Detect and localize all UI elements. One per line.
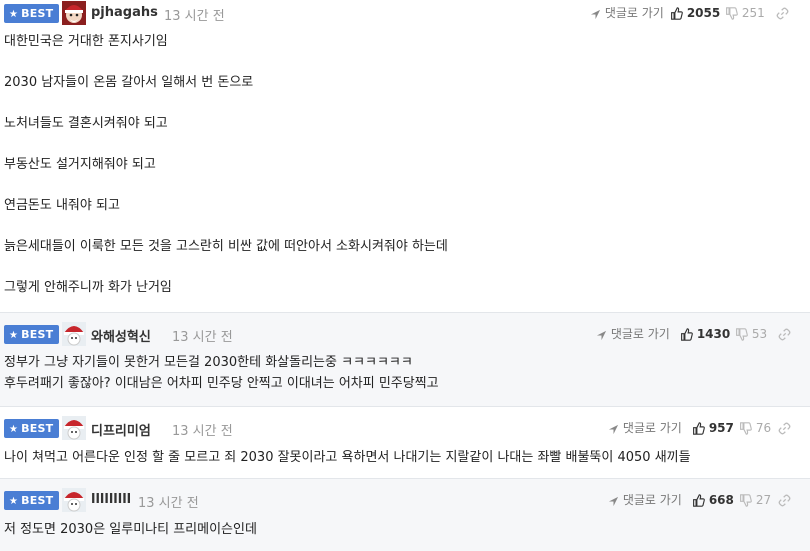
nickname[interactable]: pjhagahs: [91, 5, 158, 20]
share-link-button[interactable]: [778, 491, 791, 509]
comment-line: 저 정도면 2030은 일루미나티 프리메이슨인데: [4, 522, 257, 537]
comment-line: 노처녀들도 결혼시켜줘야 되고: [4, 116, 168, 131]
arrow-icon: [608, 496, 619, 507]
go-to-reply-label: 댓글로 가기: [622, 421, 682, 435]
comment-2: ★BEST 와해성혁신 13 시간 전 댓글로 가기 1430 53 정부가: [0, 313, 810, 406]
star-icon: ★: [9, 424, 19, 435]
go-to-reply-link[interactable]: 댓글로 가기: [608, 491, 682, 509]
arrow-icon: [590, 9, 601, 20]
timestamp: 13 시간 전: [172, 424, 233, 439]
go-to-reply-link[interactable]: 댓글로 가기: [590, 4, 664, 22]
comment-line: 늙은세대들이 이룩한 모든 것을 고스란히 비싼 값에 떠안아서 소화시켜줘야 …: [4, 239, 448, 254]
downvote-button[interactable]: 251: [725, 4, 765, 22]
go-to-reply-link[interactable]: 댓글로 가기: [608, 419, 682, 437]
comment-3: ★BEST 디프리미엄 13 시간 전 댓글로 가기 957 76 나이 쳐먹: [0, 407, 810, 478]
downvote-count: 27: [755, 493, 772, 507]
best-badge: ★ BEST: [4, 491, 60, 510]
downvote-button[interactable]: 53: [735, 325, 767, 343]
upvote-count: 2055: [686, 6, 721, 20]
comment-1: ★BEST pjhagahs 13 시간 전 댓글로 가기 2055 251: [0, 0, 810, 311]
upvote-button[interactable]: 2055: [670, 4, 720, 22]
avatar[interactable]: [62, 488, 86, 512]
thumbs-up-icon: [681, 328, 693, 341]
star-icon: ★: [9, 9, 19, 20]
comment-body: 저 정도면 2030은 일루미나티 프리메이슨인데: [4, 520, 794, 540]
downvote-button[interactable]: 76: [739, 419, 771, 437]
share-link-button[interactable]: [776, 4, 789, 22]
go-to-reply-label: 댓글로 가기: [610, 327, 670, 341]
downvote-count: 76: [755, 421, 772, 435]
comment-4: ★BEST lllllllll 13 시간 전 댓글로 가기 668 27 저: [0, 479, 810, 551]
downvote-count: 251: [741, 6, 765, 20]
comment-body: 정부가 그냥 자기들이 못한거 모든걸 2030한테 화살돌리는중 ㅋㅋㅋㅋㅋㅋ…: [4, 352, 794, 394]
avatar[interactable]: [62, 322, 86, 346]
upvote-count: 957: [708, 421, 734, 435]
upvote-button[interactable]: 668: [692, 491, 734, 509]
comment-line: 후두려패기 좋잖아? 이대남은 어차피 민주당 안찍고 이대녀는 어차피 민주당…: [4, 376, 439, 391]
link-icon: [778, 494, 791, 507]
comment-actions: 댓글로 가기 957 76: [608, 419, 804, 437]
link-icon: [778, 422, 791, 435]
comment-line: 정부가 그냥 자기들이 못한거 모든걸 2030한테 화살돌리는중 ㅋㅋㅋㅋㅋㅋ: [4, 355, 413, 370]
comment-header: ★ BEST pjhagahs 13 시간 전 댓글로 가기 2055 251: [4, 0, 804, 26]
thumbs-down-icon: [736, 328, 748, 341]
link-icon: [776, 7, 789, 20]
comment-body: 나이 쳐먹고 어른다운 인정 할 줄 모르고 죄 2030 잘못이라고 욕하면서…: [4, 448, 794, 468]
best-badge-label: BEST: [21, 7, 54, 20]
comment-actions: 댓글로 가기 668 27: [608, 491, 804, 509]
avatar[interactable]: [62, 1, 86, 25]
comment-header: ★ BEST 와해성혁신 13 시간 전 댓글로 가기 1430 53: [4, 321, 804, 347]
best-badge: ★ BEST: [4, 4, 60, 23]
nickname[interactable]: lllllllll: [91, 492, 131, 507]
upvote-count: 668: [708, 493, 734, 507]
best-badge: ★ BEST: [4, 325, 60, 344]
best-badge-label: BEST: [21, 422, 54, 435]
best-badge: ★ BEST: [4, 419, 60, 438]
upvote-button[interactable]: 957: [692, 419, 734, 437]
timestamp: 13 시간 전: [164, 9, 225, 24]
comment-line: 2030 남자들이 온몸 갈아서 일해서 번 돈으로: [4, 75, 254, 90]
comment-actions: 댓글로 가기 1430 53: [596, 325, 804, 343]
share-link-button[interactable]: [778, 325, 791, 343]
link-icon: [778, 328, 791, 341]
thumbs-up-icon: [671, 7, 683, 20]
nickname[interactable]: 디프리미엄: [91, 420, 151, 439]
comment-line: 대한민국은 거대한 폰지사기임: [4, 34, 168, 49]
comment-actions: 댓글로 가기 2055 251: [584, 4, 804, 22]
upvote-count: 1430: [696, 327, 731, 341]
comment-header: ★ BEST lllllllll 13 시간 전 댓글로 가기 668 27: [4, 487, 804, 513]
go-to-reply-label: 댓글로 가기: [604, 6, 664, 20]
share-link-button[interactable]: [778, 419, 791, 437]
star-icon: ★: [9, 496, 19, 507]
arrow-icon: [596, 330, 607, 341]
comment-body: 대한민국은 거대한 폰지사기임 2030 남자들이 온몸 갈아서 일해서 번 돈…: [4, 32, 794, 298]
nickname[interactable]: 와해성혁신: [91, 326, 151, 345]
thumbs-down-icon: [726, 7, 738, 20]
downvote-count: 53: [751, 327, 768, 341]
thumbs-down-icon: [740, 422, 752, 435]
thumbs-up-icon: [693, 494, 705, 507]
comment-line: 부동산도 설거지해줘야 되고: [4, 157, 156, 172]
avatar[interactable]: [62, 416, 86, 440]
timestamp: 13 시간 전: [172, 330, 233, 345]
arrow-icon: [608, 424, 619, 435]
best-badge-label: BEST: [21, 328, 54, 341]
timestamp: 13 시간 전: [138, 496, 199, 511]
thumbs-down-icon: [740, 494, 752, 507]
comment-header: ★ BEST 디프리미엄 13 시간 전 댓글로 가기 957 76: [4, 415, 804, 441]
downvote-button[interactable]: 27: [739, 491, 771, 509]
star-icon: ★: [9, 330, 19, 341]
upvote-button[interactable]: 1430: [680, 325, 730, 343]
go-to-reply-label: 댓글로 가기: [622, 493, 682, 507]
go-to-reply-link[interactable]: 댓글로 가기: [596, 325, 670, 343]
comment-line: 나이 쳐먹고 어른다운 인정 할 줄 모르고 죄 2030 잘못이라고 욕하면서…: [4, 450, 691, 465]
comment-line: 연금돈도 내줘야 되고: [4, 198, 120, 213]
thumbs-up-icon: [693, 422, 705, 435]
comment-line: 그렇게 안해주니까 화가 난거임: [4, 280, 172, 295]
best-badge-label: BEST: [21, 494, 54, 507]
